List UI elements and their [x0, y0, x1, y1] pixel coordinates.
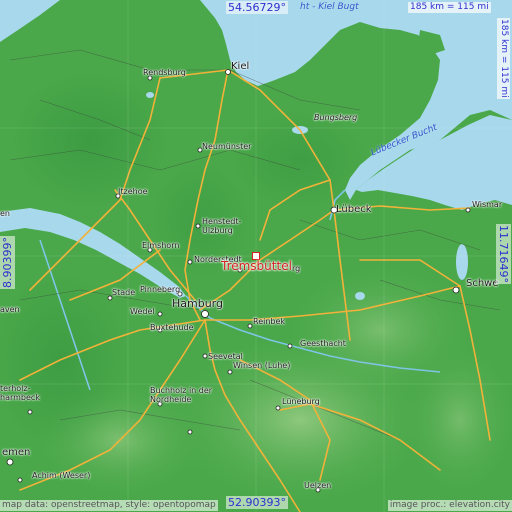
city-label-schwerin[interactable]: Schwe — [466, 279, 499, 289]
city-label-lueneburg[interactable]: Lüneburg — [282, 398, 320, 406]
place-label[interactable]: Tremsbüttel — [221, 260, 292, 272]
city-label-achim[interactable]: Achim (Weser) — [32, 472, 90, 480]
north-coordinate: 54.56729° — [226, 1, 288, 14]
city-label-pinneberg[interactable]: Pinneberg — [140, 286, 180, 294]
city-label-wismar[interactable]: Wismar — [472, 201, 502, 209]
city-label-bungsberg[interactable]: Bungsberg — [314, 114, 357, 122]
city-label-winsen[interactable]: Winsen (Luhe) — [233, 362, 290, 370]
city-label-bremen[interactable]: emen — [2, 448, 30, 458]
city-label-uelzen[interactable]: Uelzen — [304, 482, 331, 490]
city-label-osterholz[interactable]: terholz- harmbeck — [0, 384, 40, 402]
east-coordinate: 11.71649° — [496, 224, 511, 284]
city-label-reinbek[interactable]: Reinbek — [253, 318, 285, 326]
image-attribution: image proc.: elevation.city — [387, 500, 512, 511]
city-label-ahrensburg[interactable]: rg — [292, 265, 300, 273]
city-label-buchholz[interactable]: Buchholz in der Nordheide — [150, 386, 212, 404]
kiel-bay-label: ht - Kiel Bugt — [300, 2, 359, 12]
horizontal-scale: 185 km = 115 mi — [408, 2, 491, 13]
city-label-elmshorn[interactable]: Elmshorn — [142, 242, 179, 250]
city-label-hamburg[interactable]: Hamburg — [172, 298, 223, 309]
city-label-stade[interactable]: Stade — [112, 289, 135, 297]
city-label-buxtehude[interactable]: Buxtehude — [150, 324, 194, 332]
map-attribution: map data: openstreetmap, style: opentopo… — [0, 500, 218, 511]
city-label-neumuenster[interactable]: Neumünster — [202, 143, 251, 151]
south-coordinate: 52.90393° — [226, 496, 288, 509]
city-label-seevetal[interactable]: Seevetal — [208, 353, 243, 361]
city-label-luebeck[interactable]: Lübeck — [336, 205, 372, 215]
city-label-geesthacht[interactable]: Geesthacht — [300, 340, 346, 348]
city-label-henstedt[interactable]: Henstedt- Ulzburg — [202, 217, 241, 236]
topographic-map[interactable]: ht - Kiel Bugt Lübecker Bucht Kiel Rends… — [0, 0, 512, 512]
city-label-itzehoe[interactable]: Itzehoe — [118, 188, 148, 196]
city-label-rendsburg[interactable]: Rendsburg — [143, 69, 186, 77]
city-label-en[interactable]: en — [0, 210, 10, 218]
city-label-kiel[interactable]: Kiel — [231, 62, 249, 72]
west-coordinate: 8.90399° — [0, 236, 15, 289]
city-label-haven[interactable]: aven — [0, 306, 20, 314]
vertical-scale: 185 km = 115 mi — [497, 18, 510, 99]
city-label-wedel[interactable]: Wedel — [130, 308, 155, 316]
